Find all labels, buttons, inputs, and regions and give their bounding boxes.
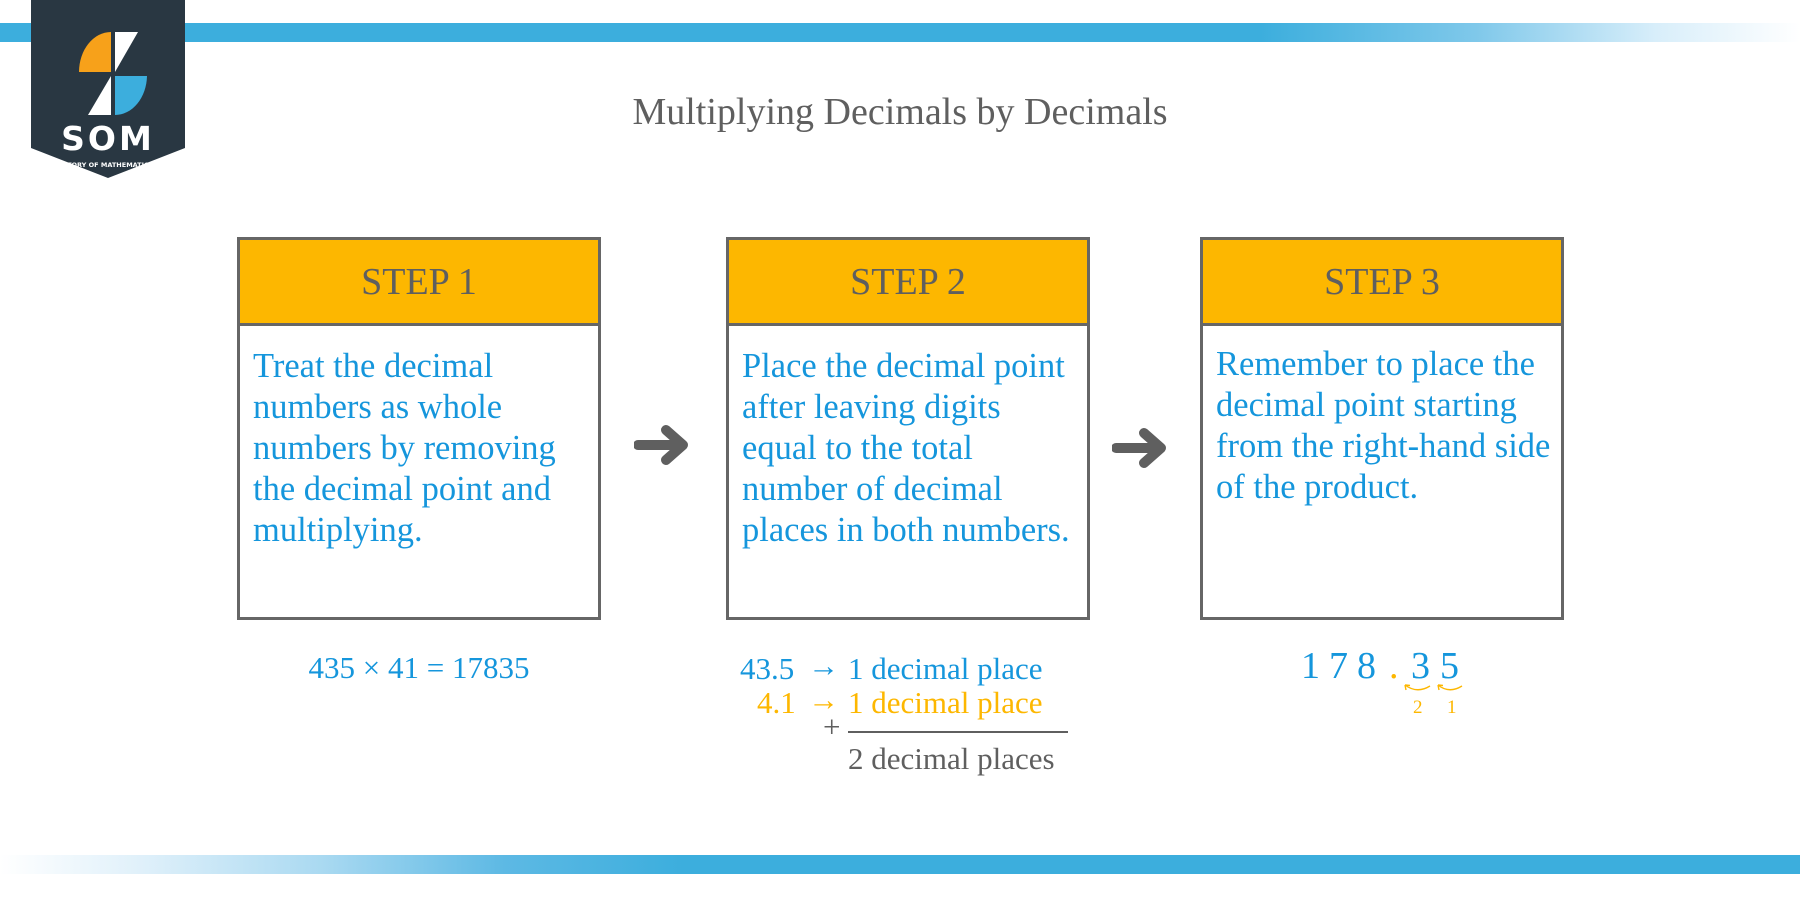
step-1-box: STEP 1 Treat the decimal numbers as whol… [237,237,601,620]
logo-subtitle: STORY OF MATHEMATICS [62,161,154,169]
step-2-body: Place the decimal point after leaving di… [742,347,1070,549]
top-decorative-bar [0,23,1800,42]
step-2-arrow-1-icon: → [808,648,839,683]
step-2-plus-sign: + [823,709,841,744]
step-1-header: STEP 1 [240,240,598,326]
step-2-sum-rule [848,731,1068,733]
place-count-1: 1 [1447,697,1457,718]
step-2-sum: 2 decimal places [848,741,1055,776]
page-title-text: Multiplying Decimals by Decimals [632,91,1168,133]
step-1-body: Treat the decimal numbers as whole numbe… [253,347,556,549]
step-2-number-2: 4.1 [757,685,796,720]
curved-arrow-icon [1404,684,1431,691]
step-2-places-1: 1 decimal place [848,651,1043,686]
step-2-number-1: 43.5 [740,651,795,686]
step-2-box: STEP 2 Place the decimal point after lea… [726,237,1090,620]
step-1-example-equation: 435 × 41 = 17835 [308,650,530,685]
step-3-box: STEP 3 Remember to place the decimal poi… [1200,237,1564,620]
product-digit: 8 [1357,645,1376,687]
page-title: Multiplying Decimals by Decimals [0,90,1800,134]
arrow-right-icon [634,425,688,465]
step-3-header: STEP 3 [1203,240,1561,326]
step-2-places-2: 1 decimal place [848,685,1043,720]
arrow-right-icon [1112,428,1166,468]
step-3-place-arrows [1404,684,1463,691]
product-digit: 1 [1301,645,1320,687]
step-2-header: STEP 2 [729,240,1087,326]
place-count-2: 2 [1413,697,1423,718]
step-3-body: Remember to place the decimal point star… [1216,345,1551,506]
bottom-decorative-bar [0,855,1800,874]
curved-arrow-icon [1437,684,1463,691]
product-digit: 7 [1329,645,1348,687]
